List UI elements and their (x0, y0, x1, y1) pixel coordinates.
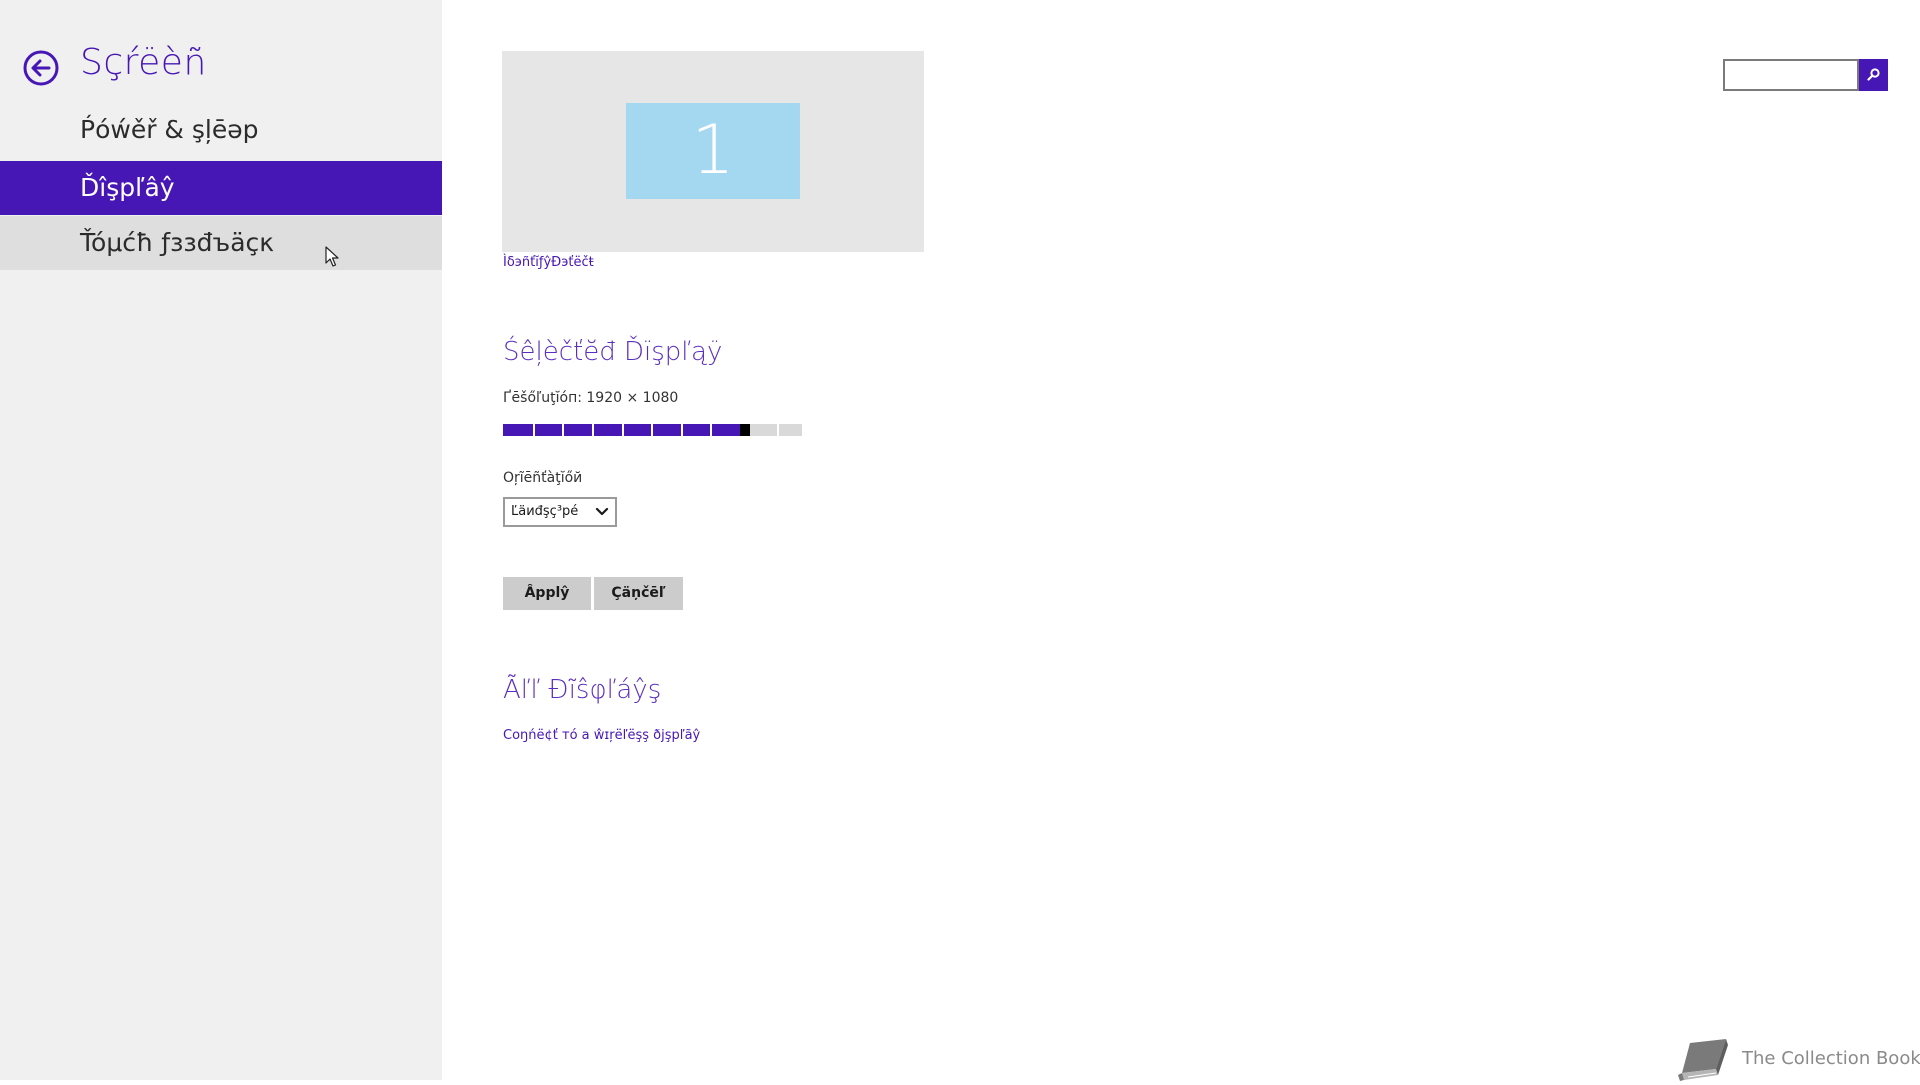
resolution-slider[interactable] (503, 424, 804, 436)
sidebar-item-label: Ťóμćħ ƒɜɜđъäçκ (80, 228, 275, 257)
selected-display-heading: Śêļèčťĕđ Ďïşpľąÿ (503, 337, 723, 367)
slider-tick (681, 424, 683, 436)
back-arrow-icon (23, 50, 59, 86)
slider-tick (710, 424, 712, 436)
cancel-button[interactable]: Çäņčēľ (594, 577, 683, 610)
slider-tick (622, 424, 624, 436)
display-arrangement-area: 1 (502, 51, 924, 252)
all-displays-heading: Ãľľ Đĩŝφľáŷş (503, 675, 662, 705)
search-input[interactable] (1723, 59, 1859, 91)
watermark: The Collection Book (1676, 1035, 1920, 1085)
slider-tick (651, 424, 653, 436)
sidebar-item-display[interactable]: Ďîşpľâŷ (0, 161, 442, 215)
slider-tick (802, 424, 804, 436)
connect-wireless-display-link[interactable]: Coŋńё¢ť тό a ŵɪŗёľёşş ðјşpľãŷ (503, 728, 700, 743)
slider-tick (777, 424, 779, 436)
slider-tick (562, 424, 564, 436)
search-button[interactable] (1859, 59, 1888, 91)
apply-button[interactable]: Ȃpplŷ (503, 577, 591, 610)
sidebar-item-label: Ṕóẃěř & şļēəp (80, 115, 259, 144)
search-icon (1867, 68, 1880, 81)
sidebar-item-power-sleep[interactable]: Ṕóẃěř & şļēəp (0, 103, 442, 157)
orientation-label: Оŗĩēñťàţĭőй (503, 470, 583, 486)
slider-thumb[interactable] (740, 424, 750, 436)
sidebar: Sçŕëèñ Ṕóẃěř & şļēəp Ďîşpľâŷ Ťóμćħ ƒɜɜđъ… (0, 0, 442, 1080)
chevron-down-icon (595, 507, 609, 516)
back-button[interactable] (22, 49, 60, 87)
mouse-cursor-icon (325, 246, 339, 267)
identify-detect-link[interactable]: ÌδэñťĭƒŷĐэťёčŧ (503, 255, 594, 270)
resolution-label: Ґēšőľuţĭóп: 1920 × 1080 (503, 390, 679, 406)
slider-tick (533, 424, 535, 436)
monitor-tile[interactable]: 1 (626, 103, 800, 199)
watermark-text: The Collection Book (1742, 1048, 1920, 1069)
sidebar-item-touch-feedback[interactable]: Ťóμćħ ƒɜɜđъäçκ (0, 216, 442, 270)
orientation-select[interactable]: Ľäиđşç³pé (503, 497, 617, 527)
slider-fill (503, 424, 750, 436)
sidebar-item-label: Ďîşpľâŷ (80, 173, 175, 202)
slider-tick (592, 424, 594, 436)
book-icon (1678, 1039, 1728, 1081)
search-box (1723, 59, 1888, 91)
orientation-value: Ľäиđşç³pé (511, 504, 579, 519)
page-title: Sçŕëèñ (80, 42, 207, 83)
